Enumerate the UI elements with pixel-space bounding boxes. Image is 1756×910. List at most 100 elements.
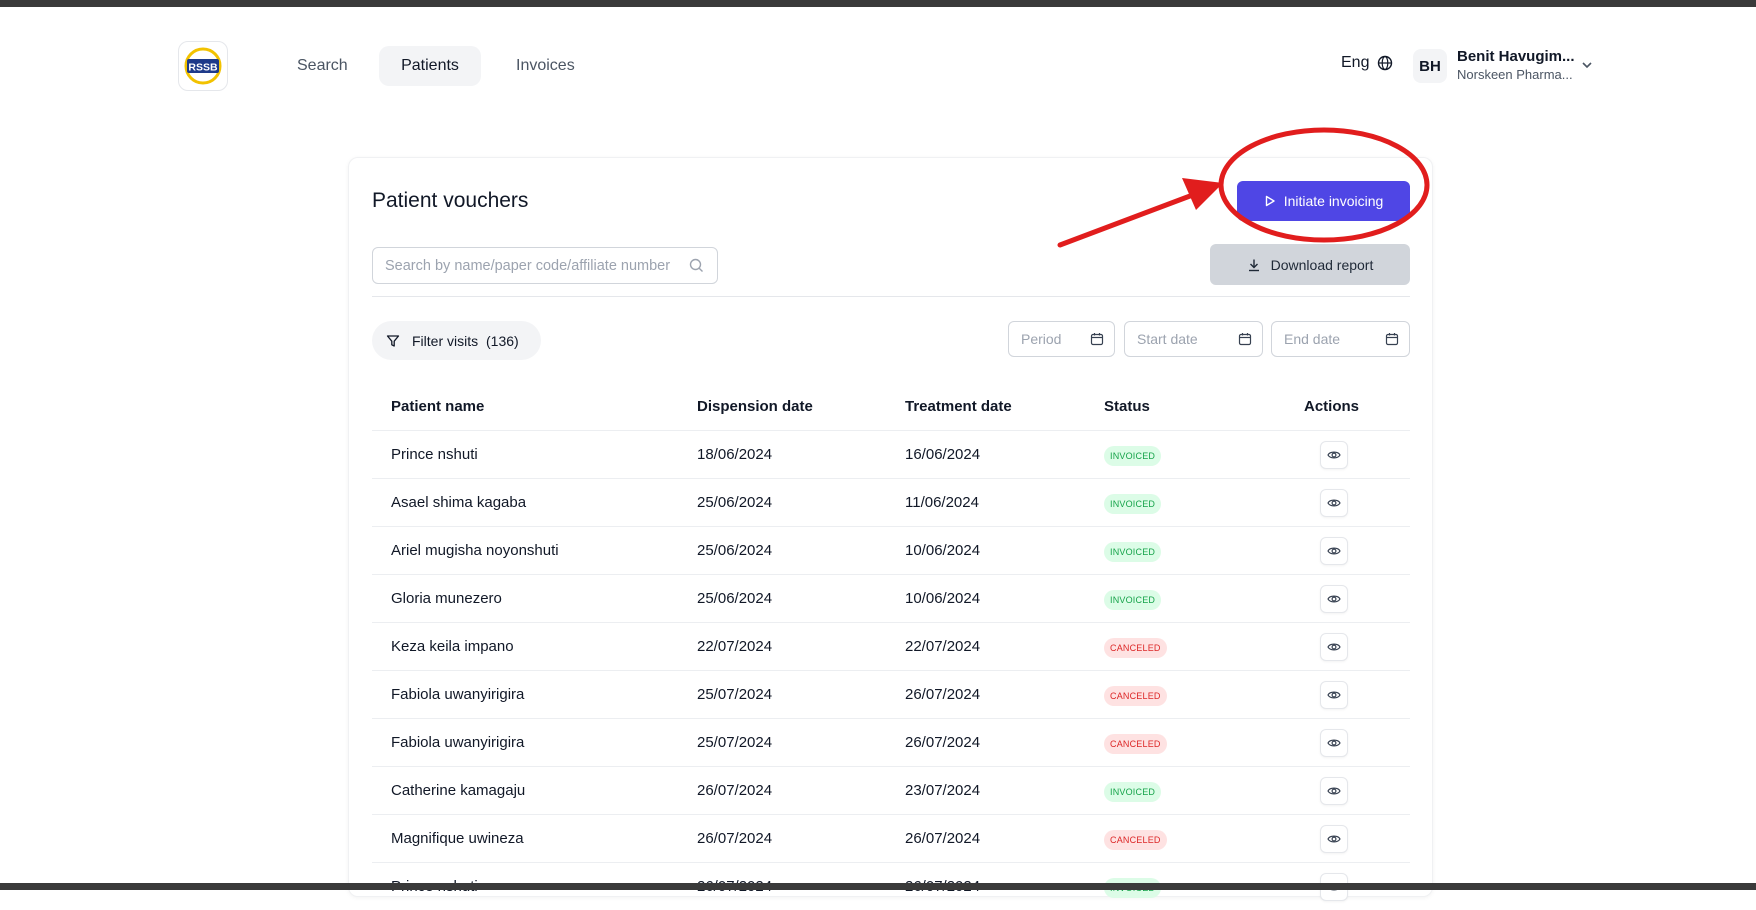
filter-icon	[386, 334, 400, 347]
calendar-icon	[1090, 333, 1104, 346]
table-row: Catherine kamagaju 26/07/2024 23/07/2024 IN…	[372, 766, 1410, 814]
calendar-icon	[1385, 333, 1399, 346]
view-button[interactable]	[1320, 441, 1348, 469]
treatment-date-cell: 10/06/2024	[905, 590, 981, 607]
treatment-date-cell: 26/07/2024	[905, 686, 981, 703]
view-button[interactable]	[1320, 777, 1348, 805]
view-button[interactable]	[1320, 489, 1348, 517]
user-organization: Norskeen Pharma...	[1457, 67, 1573, 82]
user-avatar[interactable]: BH	[1413, 49, 1447, 83]
logo-icon: RSSB	[184, 47, 222, 85]
status-badge: INVOICED	[1104, 590, 1162, 610]
nav-search[interactable]: Search	[279, 46, 366, 86]
dispension-date-cell: 26/07/2024	[697, 830, 773, 847]
language-label: Eng	[1341, 54, 1370, 71]
dispension-date-cell: 25/06/2024	[697, 542, 773, 559]
period-picker[interactable]: Period	[1008, 321, 1115, 357]
start-date-placeholder: Start date	[1137, 331, 1198, 347]
status-badge: INVOICED	[1104, 446, 1162, 466]
patient-name-cell: Fabiola uwanyirigira	[391, 734, 525, 751]
column-header-patient-name: Patient name	[391, 398, 485, 415]
search-input[interactable]	[385, 257, 681, 274]
view-button[interactable]	[1320, 681, 1348, 709]
dispension-date-cell: 22/07/2024	[697, 638, 773, 655]
dispension-date-cell: 25/07/2024	[697, 686, 773, 703]
language-switcher[interactable]: Eng	[1341, 54, 1393, 72]
nav-patients[interactable]: Patients	[379, 46, 481, 86]
eye-icon	[1327, 691, 1341, 699]
dispension-date-cell: 25/06/2024	[697, 590, 773, 607]
eye-icon	[1327, 739, 1341, 747]
section-divider	[372, 296, 1410, 297]
initiate-invoicing-button[interactable]: Initiate invoicing	[1237, 181, 1410, 221]
column-header-treatment-date: Treatment date	[905, 398, 1012, 415]
view-button[interactable]	[1320, 585, 1348, 613]
status-badge: CANCELED	[1104, 638, 1167, 658]
chevron-down-icon[interactable]	[1580, 58, 1594, 72]
end-date-picker[interactable]: End date	[1271, 321, 1410, 357]
status-badge: CANCELED	[1104, 686, 1167, 706]
view-button[interactable]	[1320, 537, 1348, 565]
nav-invoices[interactable]: Invoices	[498, 46, 593, 86]
filter-visits-label: Filter visits	[412, 332, 479, 349]
treatment-date-cell: 16/06/2024	[905, 446, 981, 463]
table-row: Ariel mugisha noyonshuti 25/06/2024 10/06/…	[372, 526, 1410, 574]
table-row: Fabiola uwanyirigira 25/07/2024 26/07/2024…	[372, 718, 1410, 766]
treatment-date-cell: 11/06/2024	[905, 494, 979, 511]
window-bottom-bar	[0, 883, 1756, 890]
patient-name-cell: Magnifique uwineza	[391, 830, 524, 847]
table-row: Fabiola uwanyirigira 25/07/2024 26/07/2024…	[372, 670, 1410, 718]
treatment-date-cell: 26/07/2024	[905, 830, 981, 847]
patient-name-cell: Ariel mugisha noyonshuti	[391, 542, 559, 559]
view-button[interactable]	[1320, 633, 1348, 661]
treatment-date-cell: 10/06/2024	[905, 542, 981, 559]
globe-icon	[1378, 55, 1393, 71]
dispension-date-cell: 25/07/2024	[697, 734, 773, 751]
download-report-label: Download report	[1270, 256, 1374, 273]
user-name[interactable]: Benit Havugim...	[1457, 48, 1575, 65]
status-badge: CANCELED	[1104, 734, 1167, 754]
patient-name-cell: Keza keila impano	[391, 638, 514, 655]
view-button[interactable]	[1320, 729, 1348, 757]
dispension-date-cell: 26/07/2024	[697, 782, 773, 799]
patient-name-cell: Prince nshuti	[391, 446, 478, 463]
column-header-status: Status	[1104, 398, 1150, 415]
eye-icon	[1327, 835, 1341, 843]
eye-icon	[1327, 643, 1341, 651]
eye-icon	[1327, 499, 1341, 507]
status-badge: CANCELED	[1104, 830, 1167, 850]
dispension-date-cell: 25/06/2024	[697, 494, 773, 511]
search-box[interactable]	[372, 247, 718, 284]
rssb-logo[interactable]: RSSB	[178, 41, 228, 91]
column-header-actions: Actions	[1304, 398, 1360, 415]
treatment-date-cell: 26/07/2024	[905, 734, 981, 751]
eye-icon	[1327, 547, 1341, 555]
patient-name-cell: Asael shima kagaba	[391, 494, 527, 511]
end-date-placeholder: End date	[1284, 331, 1341, 347]
calendar-icon	[1238, 333, 1252, 346]
play-icon	[1265, 195, 1275, 207]
table-row: Keza keila impano 22/07/2024 22/07/2024 CAN…	[372, 622, 1410, 670]
table-row: Gloria munezero 25/06/2024 10/06/2024 INVOI…	[372, 574, 1410, 622]
filter-visits-count: (136)	[486, 332, 519, 349]
start-date-picker[interactable]: Start date	[1124, 321, 1263, 357]
filter-visits-button[interactable]: Filter visits (136)	[372, 321, 541, 360]
page-title: Patient vouchers	[372, 189, 529, 212]
table-row: Prince nshuti 18/06/2024 16/06/2024 INVOICE…	[372, 430, 1410, 478]
window-top-bar	[0, 0, 1756, 7]
view-button[interactable]	[1320, 825, 1348, 853]
table-row: Magnifique uwineza 26/07/2024 26/07/2024 CA…	[372, 814, 1410, 862]
status-badge: INVOICED	[1104, 494, 1162, 514]
status-badge: INVOICED	[1104, 542, 1162, 562]
patient-name-cell: Fabiola uwanyirigira	[391, 686, 525, 703]
initiate-invoicing-label: Initiate invoicing	[1283, 193, 1384, 209]
eye-icon	[1327, 787, 1341, 795]
eye-icon	[1327, 595, 1341, 603]
eye-icon	[1327, 451, 1341, 459]
svg-text:RSSB: RSSB	[188, 62, 218, 74]
status-badge: INVOICED	[1104, 782, 1162, 802]
search-icon	[689, 258, 703, 272]
treatment-date-cell: 22/07/2024	[905, 638, 981, 655]
download-report-button[interactable]: Download report	[1210, 244, 1410, 285]
patient-name-cell: Catherine kamagaju	[391, 782, 526, 799]
